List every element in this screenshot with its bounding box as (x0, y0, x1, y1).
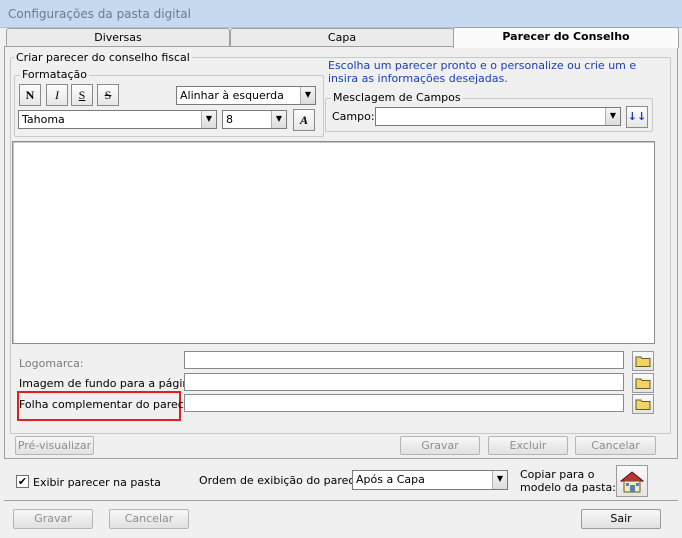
tab-label: Parecer do Conselho (502, 30, 630, 43)
folder-icon (635, 356, 651, 367)
imagem-fundo-browse-button[interactable] (632, 373, 654, 393)
imagem-fundo-field[interactable] (184, 373, 624, 391)
logomarca-label: Logomarca: (19, 357, 84, 370)
tab-capa[interactable]: Capa (230, 28, 454, 46)
italic-button[interactable]: I (46, 84, 68, 106)
ordem-exibicao-value: Após a Capa (356, 473, 425, 486)
excluir-parecer-button[interactable]: Excluir (488, 436, 568, 455)
exibir-parecer-label: Exibir parecer na pasta (33, 476, 161, 489)
checkmark-icon: ✔ (17, 475, 28, 488)
parecer-text-editor[interactable] (12, 141, 655, 344)
window-title: Configurações da pasta digital (8, 7, 191, 21)
underline-button[interactable]: S (71, 84, 93, 106)
tab-label: Diversas (94, 31, 142, 44)
chevron-down-icon[interactable]: ▼ (271, 111, 286, 128)
campo-label: Campo: (332, 110, 375, 123)
ordem-exibicao-label: Ordem de exibição do parecer: (199, 474, 370, 487)
font-value: Tahoma (22, 113, 65, 126)
preview-button[interactable]: Pré-visualizar (15, 436, 94, 455)
hint-text: Escolha um parecer pronto e o personaliz… (328, 59, 637, 85)
footer-cancelar-button[interactable]: Cancelar (109, 509, 189, 529)
chevron-down-icon[interactable]: ▼ (492, 471, 507, 489)
ordem-exibicao-select[interactable]: Após a Capa ▼ (352, 470, 508, 490)
window-titlebar: Configurações da pasta digital (0, 0, 682, 28)
sair-label: Sair (610, 512, 632, 525)
chevron-down-icon[interactable]: ▼ (201, 111, 216, 128)
chevron-down-icon[interactable]: ▼ (605, 108, 620, 125)
font-select[interactable]: Tahoma ▼ (18, 110, 217, 129)
footer-gravar-button[interactable]: Gravar (13, 509, 93, 529)
imagem-fundo-label: Imagem de fundo para a página: (19, 377, 200, 390)
folha-complementar-label: Folha complementar do parecer: (19, 398, 199, 411)
logomarca-browse-button[interactable] (632, 351, 654, 371)
folha-complementar-browse-button[interactable] (632, 394, 654, 414)
mesclagem-legend: Mesclagem de Campos (331, 91, 463, 104)
tab-diversas[interactable]: Diversas (6, 28, 230, 46)
copiar-label-line2: modelo da pasta: (520, 481, 616, 494)
font-size-select[interactable]: 8 ▼ (222, 110, 287, 129)
folha-complementar-field[interactable] (184, 394, 624, 412)
gravar-parecer-button[interactable]: Gravar (400, 436, 480, 455)
folder-icon (635, 378, 651, 389)
tab-parecer-do-conselho[interactable]: Parecer do Conselho (453, 27, 679, 48)
bold-button[interactable]: N (19, 84, 41, 106)
strikethrough-button[interactable]: S (97, 84, 119, 106)
folder-icon (635, 399, 651, 410)
insert-field-button[interactable]: ↓↓ (626, 106, 648, 128)
footer-cancelar-label: Cancelar (124, 512, 174, 525)
formatacao-legend: Formatação (20, 68, 90, 81)
campo-select[interactable]: ▼ (375, 107, 621, 126)
font-dialog-button[interactable]: A (293, 109, 315, 131)
cancelar-parecer-button[interactable]: Cancelar (575, 436, 656, 455)
alignment-value: Alinhar à esquerda (180, 89, 284, 102)
sair-button[interactable]: Sair (581, 509, 661, 529)
alignment-select[interactable]: Alinhar à esquerda ▼ (176, 86, 316, 105)
copiar-label-line1: Copiar para o (520, 468, 595, 481)
criar-parecer-legend: Criar parecer do conselho fiscal (14, 51, 192, 64)
font-size-value: 8 (226, 113, 233, 126)
chevron-down-icon[interactable]: ▼ (300, 87, 315, 104)
logomarca-field[interactable] (184, 351, 624, 369)
house-copy-icon (619, 471, 645, 493)
footer-separator (4, 500, 678, 501)
footer-gravar-label: Gravar (34, 512, 72, 525)
tab-label: Capa (327, 31, 357, 44)
copiar-modelo-button[interactable] (616, 465, 648, 497)
double-arrow-down-icon: ↓↓ (627, 110, 647, 123)
exibir-parecer-checkbox[interactable]: ✔ (16, 475, 29, 488)
